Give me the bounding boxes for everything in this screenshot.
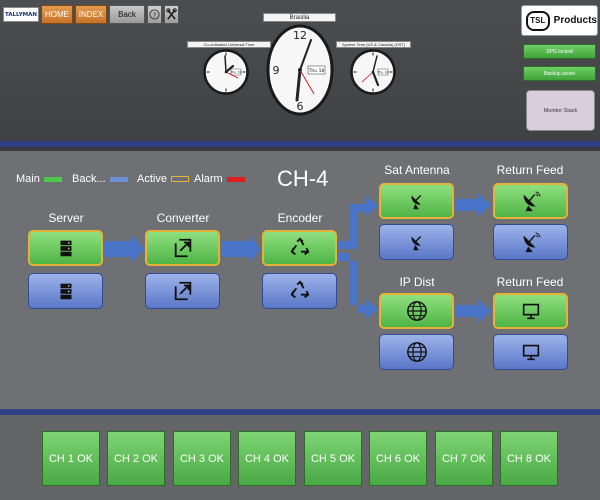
svg-text:12: 12 [293, 29, 307, 42]
server-label: Server [48, 211, 84, 225]
legend-alarm: Alarm [194, 173, 245, 185]
return-feed-sat-main-node[interactable] [493, 183, 568, 219]
legend-main-label: Main [16, 173, 40, 185]
legend-active-swatch [170, 176, 189, 182]
ip-dist-main-node[interactable] [379, 293, 454, 329]
recycle-icon [290, 237, 309, 256]
channel-1-button[interactable]: CH 1 OK [42, 431, 100, 486]
recycle-icon [290, 280, 309, 299]
svg-text:?: ? [153, 10, 157, 19]
legend-alarm-label: Alarm [194, 173, 223, 185]
channel-5-button[interactable]: CH 5 OK [304, 431, 362, 486]
legend-main-swatch [43, 176, 62, 182]
server-icon [60, 283, 71, 300]
tsl-badge: TSL [526, 10, 550, 31]
sat-antenna-backup-node[interactable] [379, 224, 454, 260]
satellite-dish-icon [523, 232, 541, 253]
logo-text: TALLYMAN [4, 11, 38, 18]
encoder-label: Encoder [277, 211, 323, 225]
ip-dist-backup-node[interactable] [379, 334, 454, 370]
globe-icon [406, 342, 427, 362]
tsl-products-logo: TSL Products [521, 5, 598, 36]
converter-icon [174, 281, 191, 301]
legend-backup: Back... [72, 173, 128, 185]
server-icon [60, 240, 71, 257]
converter-label: Converter [156, 211, 210, 225]
index-button[interactable]: INDEX [75, 5, 107, 24]
sat-antenna-label: Sat Antenna [384, 163, 450, 177]
svg-text:9: 9 [273, 64, 280, 77]
spg-status-indicator: SPG locked [523, 44, 596, 59]
clock-system: Thu 18 [350, 49, 396, 95]
converter-icon [174, 238, 191, 258]
clock-brasilia-label: Brasilia [263, 13, 336, 22]
converter-main-node[interactable] [145, 230, 220, 266]
legend-active: Active [137, 173, 189, 185]
channel-6-button[interactable]: CH 6 OK [369, 431, 427, 486]
encoder-backup-node[interactable] [262, 273, 337, 309]
channel-4-button[interactable]: CH 4 OK [238, 431, 296, 486]
tsl-products-text: Products [553, 15, 597, 26]
monitor-stack-button[interactable]: Monitor Stack [526, 90, 595, 131]
ip-dist-label: IP Dist [399, 275, 435, 289]
satellite-dish-icon [523, 191, 541, 212]
clock-brasilia-date: Thu 18 [308, 68, 325, 74]
satellite-dish-icon [410, 195, 421, 210]
clock-utc: Thu 18 [203, 49, 249, 95]
clock-system-label: System Time (US & Canada) (DST) [336, 41, 411, 48]
legend-backup-swatch [109, 176, 128, 182]
return-feed-ip-label: Return Feed [496, 275, 564, 289]
clock-system-date: Thu 18 [376, 71, 388, 75]
header-divider [0, 141, 600, 147]
encoder-main-node[interactable] [262, 230, 337, 266]
globe-icon [406, 301, 427, 321]
monitor-icon [522, 344, 539, 361]
home-button[interactable]: HOME [41, 5, 73, 24]
tools-icon [166, 8, 177, 20]
help-button[interactable]: ? [147, 5, 162, 24]
backup-status-indicator: Backup active [523, 66, 596, 81]
return-feed-ip-main-node[interactable] [493, 293, 568, 329]
legend-alarm-swatch [226, 176, 245, 182]
channel-7-button[interactable]: CH 7 OK [435, 431, 493, 486]
tools-button[interactable] [164, 5, 179, 24]
legend-backup-label: Back... [72, 173, 106, 185]
server-backup-node[interactable] [28, 273, 103, 309]
legend-main: Main [16, 173, 62, 185]
clock-utc-date: Thu 18 [229, 71, 241, 75]
monitor-icon [522, 303, 539, 320]
tallyman-logo: TALLYMAN [3, 7, 39, 22]
back-button[interactable]: Back [109, 5, 145, 24]
help-icon: ? [149, 9, 160, 20]
return-feed-sat-backup-node[interactable] [493, 224, 568, 260]
channel-3-button[interactable]: CH 3 OK [173, 431, 231, 486]
channel-title: CH-4 [277, 166, 329, 191]
sat-antenna-main-node[interactable] [379, 183, 454, 219]
return-feed-ip-backup-node[interactable] [493, 334, 568, 370]
clock-brasilia: 12 6 9 Thu 18 [266, 24, 334, 116]
svg-text:6: 6 [297, 100, 304, 113]
channel-2-button[interactable]: CH 2 OK [107, 431, 165, 486]
satellite-dish-icon [410, 236, 421, 251]
clock-utc-label: Co-ordinated Universal Time [187, 41, 271, 48]
server-main-node[interactable] [28, 230, 103, 266]
converter-backup-node[interactable] [145, 273, 220, 309]
legend-active-label: Active [137, 173, 167, 185]
return-feed-sat-label: Return Feed [496, 163, 564, 177]
channel-8-button[interactable]: CH 8 OK [500, 431, 558, 486]
